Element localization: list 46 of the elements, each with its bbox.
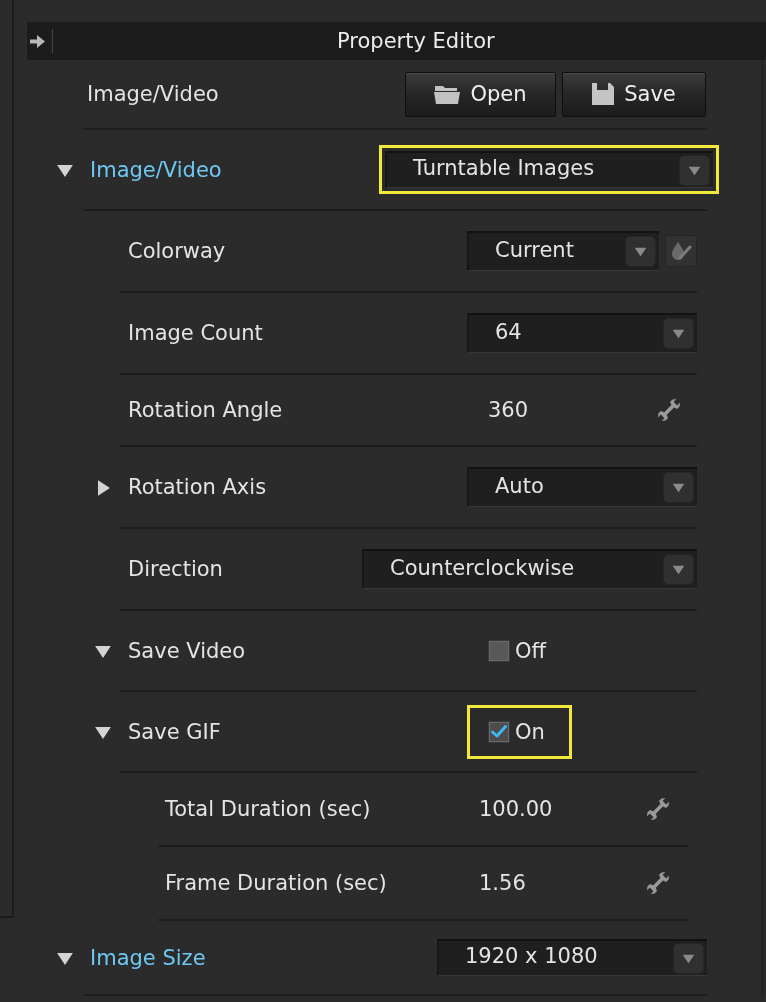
dropdown[interactable]: 1920 x 1080 — [437, 939, 707, 976]
arrow-icon[interactable] — [30, 34, 45, 48]
section-title[interactable]: Image/Video — [83, 157, 222, 182]
property-label: Save GIF — [127, 719, 221, 744]
property-label: Frame Duration (sec) — [164, 871, 387, 895]
dropdown[interactable]: Turntable Images — [385, 151, 713, 188]
collapse-toggle-icon[interactable] — [95, 645, 111, 658]
property-label: Rotation Axis — [127, 475, 267, 499]
collapse-toggle-icon[interactable] — [57, 952, 73, 965]
row-label: Image/Video — [86, 82, 219, 106]
wrench-icon[interactable] — [655, 396, 683, 424]
collapse-toggle-icon[interactable] — [57, 164, 73, 177]
open-button[interactable]: Open — [405, 71, 556, 117]
collapse-toggle-icon[interactable] — [95, 726, 111, 739]
checkbox-label: Off — [515, 638, 546, 663]
checkbox[interactable] — [488, 720, 510, 743]
expand-toggle-icon[interactable] — [98, 480, 110, 496]
property-value: 360 — [487, 398, 529, 422]
property-label: Direction — [127, 557, 223, 581]
dropdown[interactable]: Current — [467, 231, 659, 271]
property-label: Image Count — [127, 321, 263, 345]
caret-icon[interactable] — [663, 472, 694, 503]
checkbox-label: On — [515, 719, 545, 744]
wrench-icon[interactable] — [644, 795, 672, 823]
save-button[interactable]: Save — [562, 71, 706, 117]
paint-drop-icon[interactable] — [665, 235, 697, 267]
property-label: Colorway — [127, 239, 226, 263]
caret-icon[interactable] — [679, 154, 710, 186]
panel-title: Property Editor — [337, 29, 495, 53]
property-label: Total Duration (sec) — [164, 797, 371, 821]
checkmark-icon — [491, 725, 507, 738]
caret-icon[interactable] — [663, 554, 694, 585]
property-label: Rotation Angle — [127, 398, 283, 422]
wrench-icon[interactable] — [644, 869, 672, 897]
property-value: 1.56 — [478, 871, 526, 895]
caret-icon[interactable] — [625, 236, 656, 267]
folder-icon — [434, 84, 461, 104]
dropdown[interactable]: 64 — [467, 313, 697, 353]
dropdown[interactable]: Counterclockwise — [362, 549, 697, 589]
checkbox[interactable] — [488, 639, 510, 662]
caret-icon[interactable] — [673, 942, 704, 974]
caret-icon[interactable] — [663, 318, 694, 349]
section-title[interactable]: Image Size — [83, 945, 206, 970]
property-label: Save Video — [127, 638, 246, 663]
property-value: 100.00 — [478, 797, 553, 821]
dropdown[interactable]: Auto — [467, 467, 697, 507]
